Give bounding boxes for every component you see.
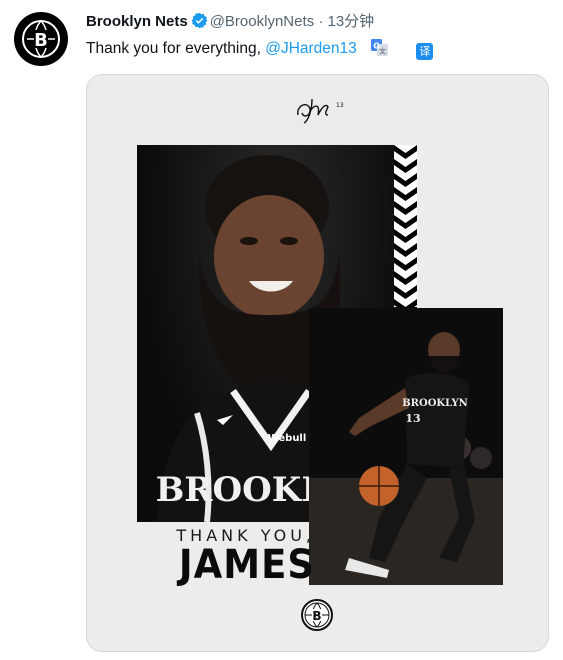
svg-text:文: 文	[379, 47, 386, 56]
svg-text:B: B	[312, 609, 321, 623]
mention-link[interactable]: @JHarden13	[265, 40, 357, 57]
jersey-number: 13	[405, 412, 420, 425]
google-translate-icon[interactable]: G 文	[371, 39, 389, 56]
translate-button[interactable]: 译	[416, 43, 434, 60]
svg-text:B: B	[34, 30, 48, 51]
tweet-text-body: Thank you for everything,	[86, 40, 266, 57]
chevron-stripe	[394, 145, 417, 307]
svg-text:13: 13	[336, 102, 344, 109]
nets-logo-icon: B	[301, 599, 333, 631]
name-text: JAMES	[178, 541, 315, 588]
verified-badge-icon	[191, 12, 208, 35]
tweet-media[interactable]: 13 BROOKLYN Webull BROOKLYN 13 THANK YOU…	[86, 74, 549, 652]
timestamp[interactable]: 13分钟	[327, 13, 374, 30]
action-photo: BROOKLYN 13	[309, 308, 503, 585]
separator: ·	[318, 13, 324, 30]
avatar[interactable]: B	[14, 12, 68, 66]
tweet-text: Thank you for everything, @JHarden13 G 文…	[86, 38, 553, 60]
sponsor-patch: Webull	[268, 433, 307, 444]
tweet-header: Brooklyn Nets @BrooklynNets · 13分钟	[86, 12, 553, 35]
display-name[interactable]: Brooklyn Nets	[86, 13, 188, 30]
jersey-text-small: BROOKLYN	[402, 398, 468, 409]
handle[interactable]: @BrooklynNets	[210, 13, 314, 30]
nets-logo-icon: B	[22, 20, 60, 58]
signature-icon: 13	[297, 98, 344, 124]
